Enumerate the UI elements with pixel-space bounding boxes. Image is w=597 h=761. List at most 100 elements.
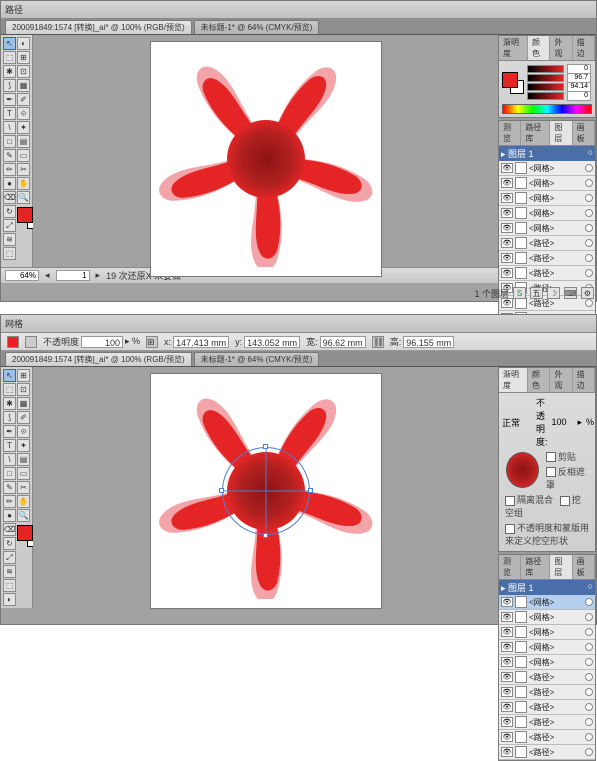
page-field[interactable] <box>56 270 90 281</box>
panel-tab-color[interactable]: 颜色 <box>528 368 550 392</box>
selection-tool[interactable]: ↖ <box>3 369 16 382</box>
target-icon[interactable] <box>585 643 593 651</box>
panel-tab-layers[interactable]: 图层 <box>550 555 572 579</box>
panel-tab-pathlib[interactable]: 路径库 <box>521 555 550 579</box>
canvas-area[interactable] <box>33 35 498 267</box>
target-icon[interactable] <box>585 673 593 681</box>
panel-tab-artboards[interactable]: 画板 <box>573 121 595 145</box>
graph-tool[interactable]: ▤ <box>17 453 30 466</box>
visibility-icon[interactable]: 👁 <box>501 163 513 173</box>
visibility-icon[interactable]: 👁 <box>501 612 513 622</box>
layer-row[interactable]: 👁<网格> <box>499 655 595 670</box>
ime-kbd-icon[interactable]: ⌨ <box>564 287 577 299</box>
layer-row[interactable]: 👁<网格> <box>499 206 595 221</box>
panel-tab-transparency[interactable]: 渐明度 <box>499 36 528 60</box>
layer-row[interactable]: 👁<网格> <box>499 191 595 206</box>
scale-tool[interactable]: ⤢ <box>3 219 16 232</box>
layer-row[interactable]: 👁<路径> <box>499 236 595 251</box>
pencil-tool[interactable]: ✏ <box>3 163 16 176</box>
layer-row[interactable]: 👁<路径> <box>499 251 595 266</box>
magic-wand-tool[interactable]: ✱ <box>3 397 16 410</box>
visibility-icon[interactable]: 👁 <box>501 717 513 727</box>
rectangle-tool[interactable]: □ <box>3 135 16 148</box>
target-icon[interactable] <box>585 239 593 247</box>
opacity-value[interactable]: 100 <box>81 336 123 348</box>
layer-row[interactable]: 👁<网格> <box>499 595 595 610</box>
perspective-tool[interactable]: ⊞ <box>17 51 30 64</box>
visibility-icon[interactable]: 👁 <box>501 597 513 607</box>
color-panel-swatch[interactable] <box>502 72 524 94</box>
mesh-tool[interactable]: ⊡ <box>17 65 30 78</box>
layer-header[interactable]: ▸ 图层 1○ <box>499 146 595 161</box>
free-transform-tool[interactable]: ⬚ <box>3 247 16 260</box>
visibility-icon[interactable]: 👁 <box>501 732 513 742</box>
blob-tool[interactable]: ● <box>3 509 16 522</box>
visibility-icon[interactable]: 👁 <box>501 268 513 278</box>
doc-tab-1[interactable]: 200091849:1574 [转换]_ai* @ 100% (RGB/预览) <box>5 352 192 366</box>
target-icon[interactable] <box>585 703 593 711</box>
visibility-icon[interactable]: 👁 <box>501 687 513 697</box>
panel-tab-nav[interactable]: 测览 <box>499 121 521 145</box>
visibility-icon[interactable]: 👁 <box>501 193 513 203</box>
target-icon[interactable] <box>585 688 593 696</box>
layer-row[interactable]: 👁<路径> <box>499 745 595 760</box>
slice-tool[interactable]: ✂ <box>17 481 30 494</box>
layer-row[interactable]: 👁<网格> <box>499 625 595 640</box>
eraser-tool[interactable]: ⌫ <box>3 523 16 536</box>
hand-tool[interactable]: ✋ <box>17 177 30 190</box>
pen-tool[interactable]: ✒ <box>3 93 16 106</box>
pencil-tool[interactable]: ✏ <box>3 495 16 508</box>
fill-swatch[interactable] <box>17 525 33 541</box>
visibility-icon[interactable]: 👁 <box>501 253 513 263</box>
artboard[interactable] <box>150 41 382 277</box>
visibility-icon[interactable]: 👁 <box>501 223 513 233</box>
visibility-icon[interactable]: 👁 <box>501 747 513 757</box>
target-icon[interactable] <box>585 194 593 202</box>
panel-tab-transparency[interactable]: 渐明度 <box>499 368 528 392</box>
ime-gear-icon[interactable]: ⚙ <box>581 287 594 299</box>
magic-wand-tool[interactable]: ✱ <box>3 65 16 78</box>
brush-tool[interactable]: ✎ <box>3 149 16 162</box>
target-icon[interactable] <box>585 209 593 217</box>
shape-builder-tool[interactable]: ◐ <box>17 37 30 50</box>
y-value[interactable]: 143.052 mm <box>244 336 300 348</box>
gradient-tool[interactable]: ▦ <box>17 79 30 92</box>
type-tool[interactable]: T <box>3 107 16 120</box>
artboard-tool[interactable]: ▭ <box>17 467 30 480</box>
selection-handle[interactable] <box>263 533 268 538</box>
stroke-icon[interactable] <box>25 336 37 348</box>
y-slider[interactable]: 94.14 <box>527 83 564 91</box>
target-icon[interactable] <box>585 598 593 606</box>
blob-tool[interactable]: ● <box>3 177 16 190</box>
h-value[interactable]: 96.155 mm <box>403 336 454 348</box>
panel-tab-artboards[interactable]: 画板 <box>573 555 595 579</box>
layer-row[interactable]: 👁<路径> <box>499 685 595 700</box>
target-icon[interactable] <box>585 179 593 187</box>
layer-row[interactable]: 👁<网格> <box>499 221 595 236</box>
rotate-tool[interactable]: ↻ <box>3 205 16 218</box>
w-value[interactable]: 96.62 mm <box>320 336 366 348</box>
eyedropper-tool[interactable]: ✐ <box>17 411 30 424</box>
link-icon[interactable]: ⛓ <box>372 336 384 348</box>
zoom-tool[interactable]: 🔍 <box>17 191 30 204</box>
lasso-tool[interactable]: ⟆ <box>3 411 16 424</box>
ime-five-icon[interactable]: 五 <box>530 287 543 299</box>
layer-row[interactable]: 👁<路径> <box>499 730 595 745</box>
blend-mode-select[interactable]: 正常 <box>502 416 532 429</box>
zoom-field[interactable] <box>5 270 39 281</box>
doc-tab-2[interactable]: 未标题-1* @ 64% (CMYK/预览) <box>194 352 320 366</box>
width-tool[interactable]: ≋ <box>3 233 16 246</box>
blend-tool[interactable]: ⟐ <box>17 425 30 438</box>
rotate-tool[interactable]: ↻ <box>3 537 16 550</box>
target-icon[interactable] <box>585 254 593 262</box>
invert-checkbox[interactable] <box>546 467 556 477</box>
doc-tab-1[interactable]: 200091849:1574 [转换]_ai* @ 100% (RGB/预览) <box>5 20 192 34</box>
panel-tab-appearance[interactable]: 外观 <box>550 36 572 60</box>
direct-select-tool[interactable]: ⬚ <box>3 51 16 64</box>
visibility-icon[interactable]: 👁 <box>501 238 513 248</box>
layer-row[interactable]: 👁<网格> <box>499 176 595 191</box>
fill-swatch[interactable] <box>17 207 33 223</box>
selection-handle[interactable] <box>263 444 268 449</box>
artboard[interactable] <box>150 373 382 609</box>
free-transform-tool[interactable]: ⬚ <box>3 579 16 592</box>
